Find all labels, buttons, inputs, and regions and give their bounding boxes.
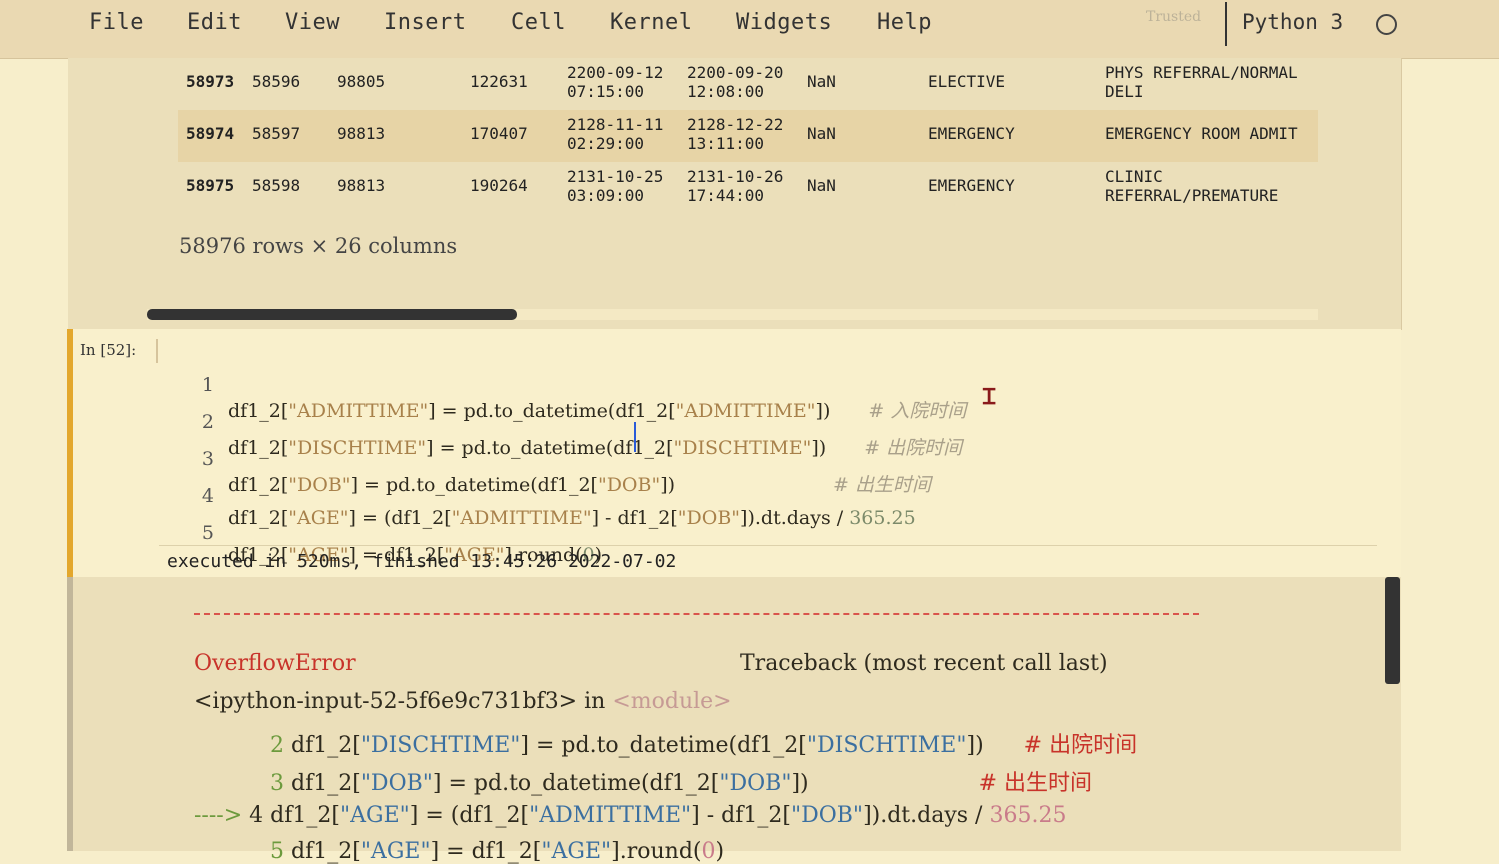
code-line[interactable]: 2 df1_2["DISCHTIME"] = pd.to_datetime(df… [196,389,962,459]
line-number: 5 [201,522,214,544]
menubar: File Edit View Insert Cell Kernel Widget… [0,0,1499,59]
code-line[interactable]: 3 df1_2["DOB"] = pd.to_datetime(df1_2["D… [196,426,931,496]
table-cell: 98805 [337,72,386,91]
menu-cell[interactable]: Cell [511,10,566,35]
table-cell: 98813 [337,124,386,143]
table-cell: 58597 [252,124,301,143]
dataframe-shape: 58976 rows × 26 columns [179,234,458,258]
table-cell: 2128-12-22 13:11:00 [687,115,784,153]
code-line[interactable]: 4 df1_2["AGE"] = (df1_2["ADMITTIME"] - d… [196,463,916,529]
table-cell: NaN [807,124,836,143]
error-output: OverflowError Traceback (most recent cal… [67,577,1401,864]
table-cell: 98813 [337,176,386,195]
menu-insert[interactable]: Insert [384,10,466,35]
traceback-error-line: ----> 4 df1_2["AGE"] = (df1_2["ADMITTIME… [194,803,1067,828]
traceback-code-line: 3 df1_2["DOB"] = pd.to_datetime(df1_2["D… [270,771,1093,796]
table-cell: 2200-09-20 12:08:00 [687,63,784,101]
table-cell: 2131-10-26 17:44:00 [687,167,784,205]
text-cursor [634,422,636,452]
traceback-header: Traceback (most recent call last) [740,651,1108,676]
table-cell: 190264 [470,176,528,195]
table-cell: 58598 [252,176,301,195]
table-cell: ELECTIVE [928,72,1006,91]
menu-kernel[interactable]: Kernel [610,10,692,35]
ibeam-cursor-icon: Ɪ [983,385,996,410]
table-cell: NaN [807,72,836,91]
table-cell: PHYS REFERRAL/NORMAL DELI [1105,63,1298,101]
table-cell: 122631 [470,72,528,91]
table-row: 58975 58598 98813 190264 2131-10-25 03:0… [178,162,1318,214]
code-line[interactable]: 1 df1_2["ADMITTIME"] = pd.to_datetime(df… [196,352,966,422]
output-vertical-scrollbar[interactable] [1385,577,1400,684]
code-text: df1_2["DOB"] = pd.to_datetime(df1_2["DOB… [228,474,932,496]
traceback-code-line: 5 df1_2["AGE"] = df1_2["AGE"].round(0) [270,839,725,864]
table-cell: EMERGENCY [928,176,1015,195]
kernel-separator [1225,2,1227,46]
code-line[interactable]: 5 df1_2["AGE"] = df1_2["AGE"].round(0) [196,500,602,566]
traceback-divider [194,613,1199,615]
table-cell: NaN [807,176,836,195]
execution-info: executed in 520ms, finished 13:45:26 202… [167,551,677,572]
error-name: OverflowError [194,651,356,676]
exec-divider [159,545,1377,546]
kernel-name[interactable]: Python 3 [1242,10,1343,34]
traceback-location: <ipython-input-52-5f6e9c731bf3> in <modu… [194,689,732,714]
horizontal-scrollbar-thumb[interactable] [147,309,517,320]
code-text: df1_2["DISCHTIME"] = pd.to_datetime(df1_… [228,437,963,459]
table-row: 58973 58596 98805 122631 2200-09-12 07:1… [178,58,1318,110]
code-cell[interactable]: In [52]: 1 df1_2["ADMITTIME"] = pd.to_da… [67,329,1401,577]
menu-edit[interactable]: Edit [187,10,242,35]
menu-help[interactable]: Help [877,10,932,35]
dataframe-table: 58973 58596 98805 122631 2200-09-12 07:1… [178,58,1318,214]
cell-prompt: In [52]: [80,341,137,359]
table-cell: 2128-11-11 02:29:00 [567,115,664,153]
table-cell: EMERGENCY ROOM ADMIT [1105,124,1298,143]
menu-file[interactable]: File [89,10,144,35]
row-index: 58973 [186,72,235,91]
row-index: 58975 [186,176,235,195]
menu-view[interactable]: View [285,10,340,35]
menu-widgets[interactable]: Widgets [736,10,832,35]
code-text: df1_2["ADMITTIME"] = pd.to_datetime(df1_… [228,400,967,422]
dataframe-output: 58973 58596 98805 122631 2200-09-12 07:1… [68,58,1402,330]
kernel-idle-indicator-icon [1376,14,1397,35]
table-cell: 58596 [252,72,301,91]
row-index: 58974 [186,124,235,143]
table-row: 58974 58597 98813 170407 2128-11-11 02:2… [178,110,1318,162]
table-cell: 2131-10-25 03:09:00 [567,167,664,205]
table-cell: 170407 [470,124,528,143]
trusted-badge[interactable]: Trusted [1146,9,1201,25]
table-cell: EMERGENCY [928,124,1015,143]
table-cell: 2200-09-12 07:15:00 [567,63,664,101]
code-text: df1_2["AGE"] = (df1_2["ADMITTIME"] - df1… [228,507,916,529]
table-cell: CLINIC REFERRAL/PREMATURE [1105,167,1279,205]
traceback-code-line: 2 df1_2["DISCHTIME"] = pd.to_datetime(df… [270,733,1138,758]
prompt-divider [156,339,158,363]
